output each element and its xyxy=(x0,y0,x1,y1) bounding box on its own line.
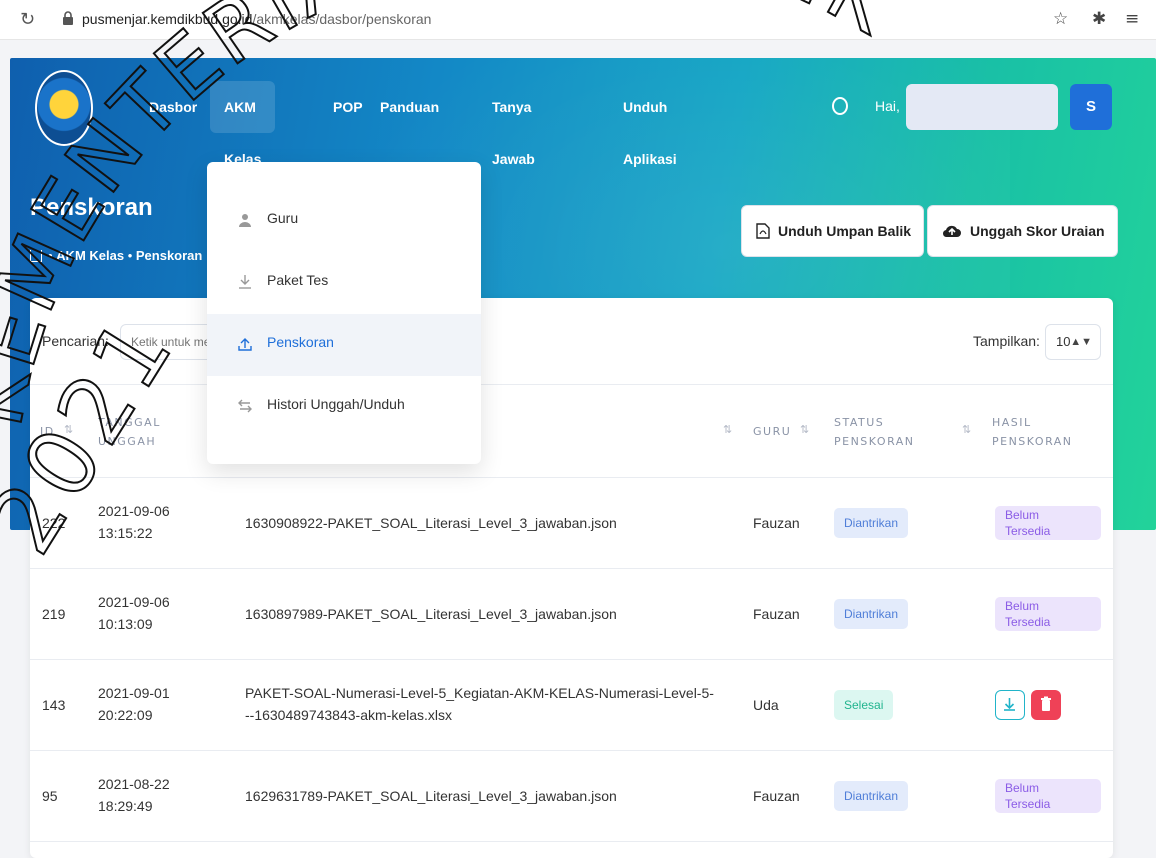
th-date-line1[interactable]: TANGGAL xyxy=(98,413,161,432)
search-label: Pencarian: xyxy=(42,333,109,349)
row-guru: Fauzan xyxy=(753,788,800,804)
result-badge: Belum Tersedia xyxy=(995,779,1101,813)
nav-dasbor[interactable]: Dasbor xyxy=(149,81,197,133)
swap-arrows-icon xyxy=(238,399,252,413)
row-time: 18:29:49 xyxy=(98,798,153,814)
row-id: 143 xyxy=(42,697,66,713)
pdf-file-icon xyxy=(756,223,770,239)
nav-tanya-jawab[interactable]: Tanya Jawab xyxy=(492,81,535,167)
row-date: 2021-09-06 xyxy=(98,594,170,610)
url-host: pusmenjar.kemdikbud.go.id xyxy=(82,11,253,27)
breadcrumb-penskoran: Penskoran xyxy=(135,248,203,263)
cloud-upload-icon xyxy=(942,226,961,238)
row-id: 219 xyxy=(42,606,66,622)
th-result-line1[interactable]: HASIL xyxy=(992,413,1032,432)
status-badge: Diantrikan xyxy=(834,599,909,629)
download-icon xyxy=(239,275,251,289)
page-title: Penskoran xyxy=(30,194,153,221)
table-row: 219 2021-09-06 10:13:09 1630897989-PAKET… xyxy=(30,569,1113,660)
delete-button[interactable] xyxy=(1031,690,1061,720)
select-caret-icon: ▲▼ xyxy=(1070,336,1092,348)
row-guru: Uda xyxy=(753,697,779,713)
download-icon xyxy=(1004,698,1015,711)
breadcrumb-akm-kelas[interactable]: AKM Kelas xyxy=(56,248,124,263)
th-status-line2: PENSKORAN xyxy=(834,435,915,448)
greeting: Hai, xyxy=(875,98,900,114)
sort-icon[interactable]: ⇅ xyxy=(723,423,732,436)
table-row: 95 2021-08-22 18:29:49 1629631789-PAKET_… xyxy=(30,751,1113,842)
nav-pop[interactable]: POP xyxy=(333,81,363,133)
row-guru: Fauzan xyxy=(753,515,800,531)
upload-scores-button[interactable]: Unggah Skor Uraian xyxy=(927,205,1118,257)
extensions-icon[interactable]: ✱ xyxy=(1092,9,1106,29)
row-date: 2021-09-01 xyxy=(98,685,170,701)
status-badge: Diantrikan xyxy=(834,508,909,538)
url-path: /akmkelas/dasbor/penskoran xyxy=(252,11,432,27)
th-date-line2: UNGGAH xyxy=(98,435,157,448)
star-icon[interactable]: ☆ xyxy=(1053,9,1068,29)
table-header: ID ⇅ TANGGAL UNGGAH ⇅ GURU ⇅ STATUS PENS… xyxy=(30,384,1113,478)
row-id: 222 xyxy=(42,515,66,531)
user-name-box[interactable] xyxy=(906,84,1058,130)
upload-icon xyxy=(238,338,252,351)
akm-kelas-dropdown: Guru Paket Tes Penskoran Histori Unggah/… xyxy=(207,162,481,464)
sort-icon[interactable]: ⇅ xyxy=(962,423,971,436)
nav-panduan[interactable]: Panduan xyxy=(380,81,439,133)
reading-list-icon[interactable]: ≡ xyxy=(1125,9,1139,29)
result-badge: Belum Tersedia xyxy=(995,506,1101,540)
trash-icon xyxy=(1041,696,1051,711)
penskoran-table-card: Pencarian: Tampilkan: 10▲▼ ID ⇅ TANGGAL … xyxy=(30,298,1113,858)
result-badge: Belum Tersedia xyxy=(995,597,1101,631)
menu-item-paket-tes[interactable]: Paket Tes xyxy=(207,252,481,314)
address-bar[interactable]: pusmenjar.kemdikbud.go.id/akmkelas/dasbo… xyxy=(82,11,431,27)
row-filename[interactable]: PAKET-SOAL-Numerasi-Level-5_Kegiatan-AKM… xyxy=(245,682,714,704)
row-date: 2021-08-22 xyxy=(98,776,170,792)
kemdikbud-logo[interactable] xyxy=(35,70,93,146)
menu-item-histori[interactable]: Histori Unggah/Unduh xyxy=(207,376,481,438)
reload-icon[interactable]: ↻ xyxy=(20,9,35,30)
lock-icon xyxy=(63,11,73,25)
status-badge: Selesai xyxy=(834,690,894,720)
sort-icon[interactable]: ⇅ xyxy=(64,423,73,436)
row-filename-cont[interactable]: --1630489743843-akm-kelas.xlsx xyxy=(245,704,452,726)
sort-icon[interactable]: ⇅ xyxy=(800,423,809,436)
search-icon[interactable] xyxy=(832,97,848,115)
th-guru[interactable]: GURU xyxy=(753,422,791,441)
avatar[interactable]: S xyxy=(1070,84,1112,130)
breadcrumb: • AKM Kelas • Penskoran xyxy=(30,248,202,263)
th-status-line1[interactable]: STATUS xyxy=(834,413,884,432)
nav-akm-kelas[interactable]: AKM Kelas xyxy=(210,81,276,167)
status-badge: Diantrikan xyxy=(834,781,909,811)
row-filename[interactable]: 1629631789-PAKET_SOAL_Literasi_Level_3_j… xyxy=(245,785,617,807)
th-result-line2: PENSKORAN xyxy=(992,435,1073,448)
page-size-select[interactable]: 10 ▲▼ xyxy=(1045,324,1101,360)
table-row: 143 2021-09-01 20:22:09 PAKET-SOAL-Numer… xyxy=(30,660,1113,751)
table-row: 222 2021-09-06 13:15:22 1630908922-PAKET… xyxy=(30,478,1113,569)
row-filename[interactable]: 1630897989-PAKET_SOAL_Literasi_Level_3_j… xyxy=(245,603,617,625)
download-result-button[interactable] xyxy=(995,690,1025,720)
menu-item-penskoran[interactable]: Penskoran xyxy=(207,314,481,376)
menu-item-guru[interactable]: Guru xyxy=(207,190,481,252)
row-time: 20:22:09 xyxy=(98,707,153,723)
row-guru: Fauzan xyxy=(753,606,800,622)
nav-unduh-aplikasi[interactable]: Unduh Aplikasi xyxy=(623,81,677,167)
row-id: 95 xyxy=(42,788,58,804)
row-time: 10:13:09 xyxy=(98,616,153,632)
row-date: 2021-09-06 xyxy=(98,503,170,519)
download-feedback-button[interactable]: Unduh Umpan Balik xyxy=(741,205,925,257)
row-filename[interactable]: 1630908922-PAKET_SOAL_Literasi_Level_3_j… xyxy=(245,512,617,534)
user-icon xyxy=(239,214,251,227)
show-label: Tampilkan: xyxy=(973,333,1040,349)
th-id[interactable]: ID xyxy=(40,422,55,441)
home-icon[interactable] xyxy=(30,250,42,262)
browser-toolbar: ↻ pusmenjar.kemdikbud.go.id/akmkelas/das… xyxy=(0,0,1156,40)
row-time: 13:15:22 xyxy=(98,525,153,541)
